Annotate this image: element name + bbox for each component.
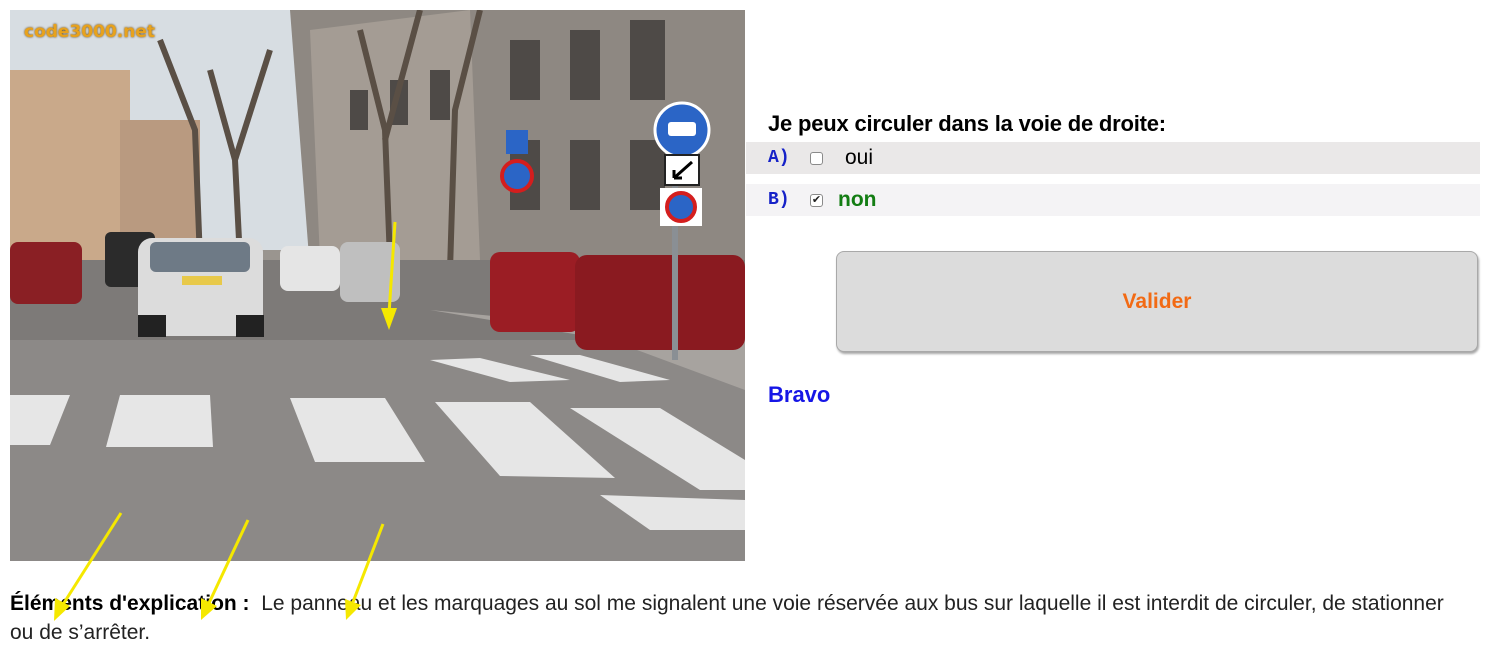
question-photo: code3000.net [10,10,745,561]
answer-letter-b: B) [768,190,790,210]
street-scene-image [10,10,745,561]
answer-label-b: non [838,188,877,211]
validate-button[interactable]: Valider [836,251,1478,352]
feedback-message: Bravo [768,382,831,407]
question-text: Je peux circuler dans la voie de droite: [768,111,1166,136]
site-watermark: code3000.net [24,22,155,42]
checkmark-icon: ✔ [811,193,822,206]
answer-checkbox-a[interactable] [810,151,823,165]
explanation-label: Éléments d'explication : [10,592,250,615]
answer-option-a[interactable]: A) oui [746,142,1480,174]
answer-letter-a: A) [768,148,790,168]
answer-option-b[interactable]: B) ✔ non [746,184,1480,216]
answer-label-a: oui [845,146,874,169]
answer-checkbox-b[interactable]: ✔ [810,193,823,207]
explanation-block: Éléments d'explication : Le panneau et l… [10,589,1470,647]
